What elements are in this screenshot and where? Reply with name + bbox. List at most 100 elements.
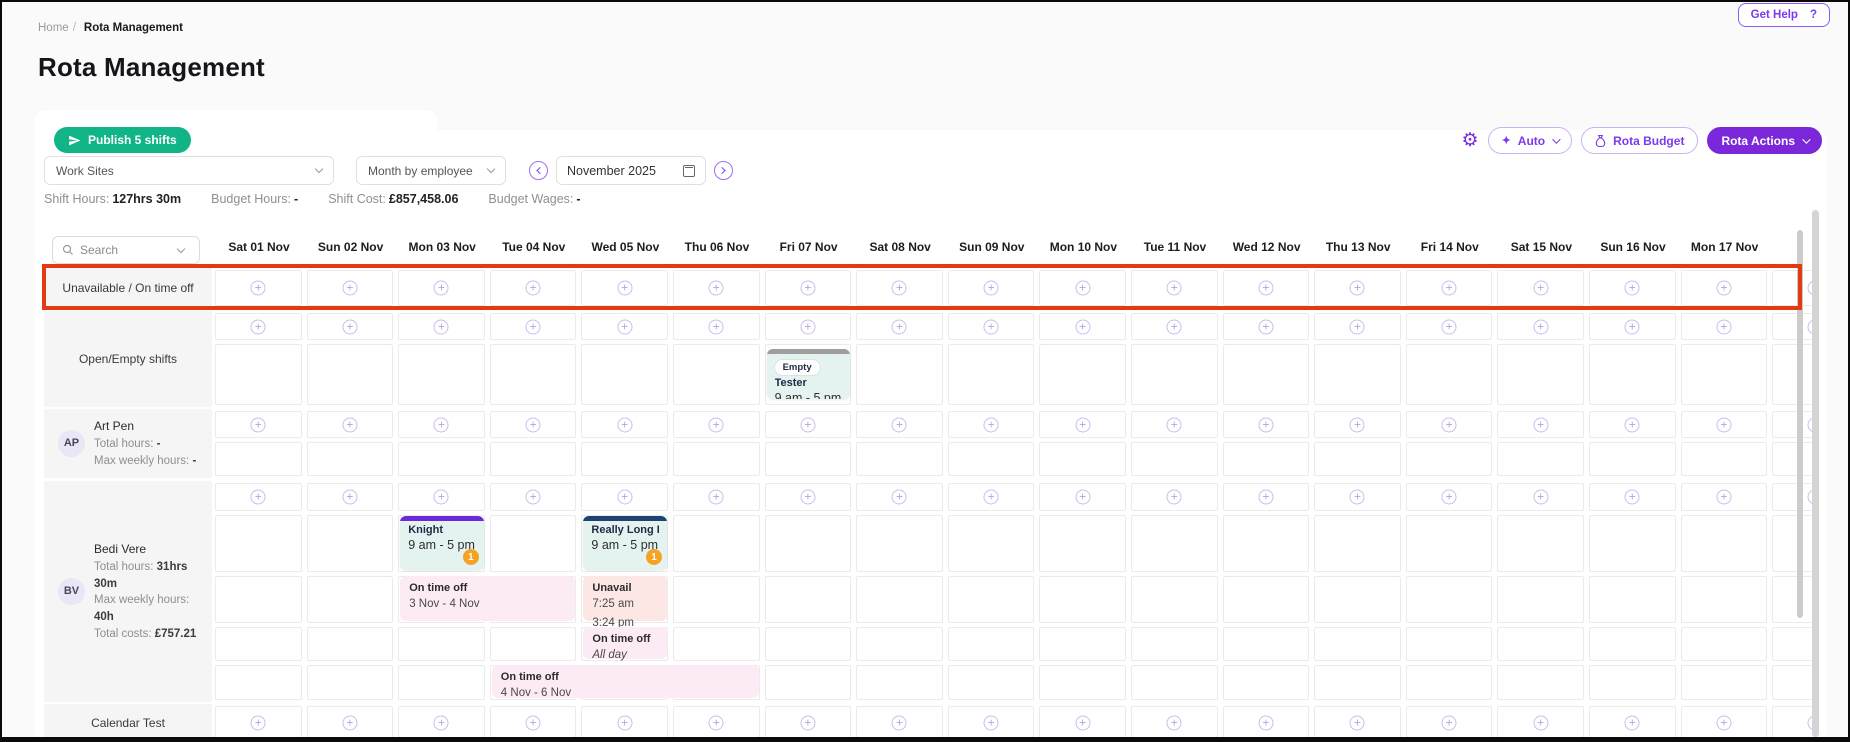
- grid-cell[interactable]: +: [1314, 411, 1401, 438]
- grid-cell[interactable]: +: [1681, 483, 1768, 511]
- add-shift-icon[interactable]: +: [342, 281, 357, 296]
- grid-cell[interactable]: +: [1223, 313, 1310, 340]
- grid-cell[interactable]: +: [765, 313, 852, 340]
- grid-cell[interactable]: +: [581, 706, 668, 740]
- grid-cell[interactable]: +: [490, 706, 577, 740]
- work-sites-select[interactable]: Work Sites: [44, 156, 334, 185]
- grid-cell[interactable]: +: [1039, 706, 1126, 740]
- grid-cell[interactable]: +: [856, 483, 943, 511]
- grid-cell[interactable]: +: [581, 483, 668, 511]
- grid-cell[interactable]: +: [398, 313, 485, 340]
- grid-cell[interactable]: +: [1131, 270, 1218, 306]
- rota-actions-button[interactable]: Rota Actions: [1707, 127, 1822, 154]
- add-shift-icon[interactable]: +: [251, 417, 266, 432]
- grid-cell[interactable]: +: [215, 483, 302, 511]
- add-shift-icon[interactable]: +: [617, 490, 632, 505]
- add-shift-icon[interactable]: +: [526, 490, 541, 505]
- add-shift-icon[interactable]: +: [800, 490, 815, 505]
- add-shift-icon[interactable]: +: [892, 417, 907, 432]
- add-shift-icon[interactable]: +: [1167, 716, 1182, 731]
- grid-cell[interactable]: +: [307, 483, 394, 511]
- add-shift-icon[interactable]: +: [709, 281, 724, 296]
- shift-card[interactable]: EmptyTester9 am - 5 pm: [767, 349, 851, 399]
- grid-cell[interactable]: +: [581, 411, 668, 438]
- add-shift-icon[interactable]: +: [434, 281, 449, 296]
- shift-card[interactable]: Knight9 am - 5 pm1: [400, 516, 484, 570]
- add-shift-icon[interactable]: +: [1533, 417, 1548, 432]
- add-shift-icon[interactable]: +: [1350, 490, 1365, 505]
- grid-cell[interactable]: +: [948, 706, 1035, 740]
- grid-cell[interactable]: +: [1406, 483, 1493, 511]
- grid-cell[interactable]: +: [490, 411, 577, 438]
- grid-cell[interactable]: +: [1589, 313, 1676, 340]
- grid-cell[interactable]: +: [581, 270, 668, 306]
- add-shift-icon[interactable]: +: [709, 716, 724, 731]
- auto-dropdown-button[interactable]: ✦ Auto: [1488, 127, 1573, 154]
- add-shift-icon[interactable]: +: [1716, 281, 1731, 296]
- grid-cell[interactable]: +: [765, 483, 852, 511]
- add-shift-icon[interactable]: +: [892, 319, 907, 334]
- gear-icon[interactable]: ⚙: [1462, 131, 1479, 150]
- grid-cell[interactable]: +: [1223, 270, 1310, 306]
- grid-cell[interactable]: +: [1131, 706, 1218, 740]
- add-shift-icon[interactable]: +: [1258, 490, 1273, 505]
- grid-cell[interactable]: +: [1039, 270, 1126, 306]
- grid-cell[interactable]: +: [1406, 270, 1493, 306]
- add-shift-icon[interactable]: +: [1533, 281, 1548, 296]
- grid-cell[interactable]: +: [1497, 483, 1584, 511]
- grid-cell[interactable]: +: [673, 706, 760, 740]
- grid-cell[interactable]: +: [1131, 483, 1218, 511]
- add-shift-icon[interactable]: +: [800, 281, 815, 296]
- grid-cell[interactable]: +: [490, 483, 577, 511]
- grid-cell[interactable]: +: [1681, 270, 1768, 306]
- grid-cell[interactable]: +: [398, 411, 485, 438]
- add-shift-icon[interactable]: +: [1075, 281, 1090, 296]
- add-shift-icon[interactable]: +: [342, 716, 357, 731]
- add-shift-icon[interactable]: +: [526, 716, 541, 731]
- add-shift-icon[interactable]: +: [1442, 490, 1457, 505]
- search-input[interactable]: [80, 243, 172, 257]
- add-shift-icon[interactable]: +: [1625, 716, 1640, 731]
- add-shift-icon[interactable]: +: [1075, 319, 1090, 334]
- grid-cell[interactable]: +: [1772, 270, 1812, 306]
- add-shift-icon[interactable]: +: [1716, 716, 1731, 731]
- add-shift-icon[interactable]: +: [1625, 417, 1640, 432]
- next-period-button[interactable]: [714, 161, 733, 180]
- add-shift-icon[interactable]: +: [1533, 490, 1548, 505]
- add-shift-icon[interactable]: +: [984, 490, 999, 505]
- add-shift-icon[interactable]: +: [1625, 281, 1640, 296]
- view-mode-select[interactable]: Month by employee: [356, 156, 506, 185]
- grid-cell[interactable]: +: [1497, 313, 1584, 340]
- get-help-button[interactable]: Get Help ?: [1738, 3, 1830, 27]
- add-shift-icon[interactable]: +: [1167, 319, 1182, 334]
- grid-cell[interactable]: +: [1681, 313, 1768, 340]
- grid-cell[interactable]: +: [1314, 270, 1401, 306]
- add-shift-icon[interactable]: +: [1350, 281, 1365, 296]
- add-shift-icon[interactable]: +: [1350, 716, 1365, 731]
- grid-cell[interactable]: +: [215, 411, 302, 438]
- add-shift-icon[interactable]: +: [800, 716, 815, 731]
- grid-cell[interactable]: +: [856, 706, 943, 740]
- grid-cell[interactable]: +: [490, 270, 577, 306]
- grid-cell[interactable]: +: [765, 270, 852, 306]
- grid-cell[interactable]: +: [1497, 706, 1584, 740]
- grid-cell[interactable]: +: [1406, 313, 1493, 340]
- add-shift-icon[interactable]: +: [1167, 490, 1182, 505]
- previous-period-button[interactable]: [529, 161, 548, 180]
- grid-cell[interactable]: +: [1039, 483, 1126, 511]
- grid-cell[interactable]: +: [1314, 483, 1401, 511]
- grid-cell[interactable]: +: [1589, 706, 1676, 740]
- rota-budget-button[interactable]: Rota Budget: [1581, 127, 1698, 154]
- grid-cell[interactable]: +: [307, 411, 394, 438]
- add-shift-icon[interactable]: +: [1350, 319, 1365, 334]
- grid-cell[interactable]: +: [1131, 411, 1218, 438]
- search-box[interactable]: [52, 236, 200, 264]
- grid-cell[interactable]: +: [765, 411, 852, 438]
- publish-shifts-button[interactable]: Publish 5 shifts: [54, 127, 191, 153]
- add-shift-icon[interactable]: +: [617, 281, 632, 296]
- grid-cell[interactable]: +: [307, 270, 394, 306]
- add-shift-icon[interactable]: +: [1442, 281, 1457, 296]
- add-shift-icon[interactable]: +: [617, 319, 632, 334]
- add-shift-icon[interactable]: +: [342, 319, 357, 334]
- add-shift-icon[interactable]: +: [984, 716, 999, 731]
